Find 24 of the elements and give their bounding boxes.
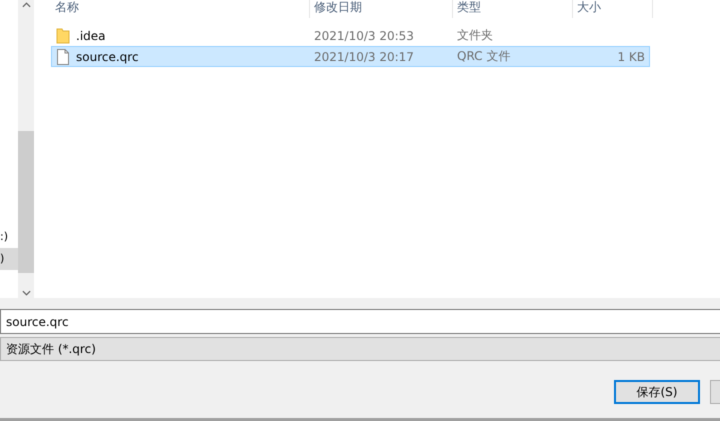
column-header[interactable]: 名称	[51, 0, 310, 18]
scroll-down-icon[interactable]	[22, 290, 30, 296]
save-button[interactable]: 保存(S)	[614, 380, 700, 404]
table-cell-text: 2021/10/3 20:53	[313, 28, 415, 42]
table-cell-text: 2021/10/3 20:17	[313, 50, 415, 64]
file-row[interactable]: .idea 2021/10/3 20:53 文件夹	[51, 25, 650, 46]
table-cell-text: QRC 文件	[456, 48, 512, 65]
table-cell-text: 文件夹	[456, 27, 494, 44]
file-name: .idea	[76, 28, 106, 42]
file-icon	[56, 48, 70, 64]
scroll-up-icon[interactable]	[22, 2, 30, 8]
filetype-dropdown[interactable]: 资源文件 (*.qrc)	[0, 337, 720, 361]
table-cell: 1 KB	[617, 50, 645, 64]
column-header[interactable]: 修改日期	[310, 0, 453, 18]
sidebar-item[interactable]: )	[0, 248, 18, 270]
file-row[interactable]: source.qrc 2021/10/3 20:17 QRC 文件 1 KB	[51, 46, 650, 67]
column-header[interactable]: 大小	[573, 0, 653, 18]
folder-icon	[56, 28, 70, 44]
sidebar-item[interactable]: :)	[0, 226, 18, 248]
scrollbar[interactable]	[18, 0, 34, 298]
file-name: source.qrc	[76, 50, 139, 64]
scroll-thumb[interactable]	[18, 131, 34, 273]
column-header[interactable]: 类型	[453, 0, 573, 18]
filename-field[interactable]: source.qrc	[0, 309, 720, 334]
